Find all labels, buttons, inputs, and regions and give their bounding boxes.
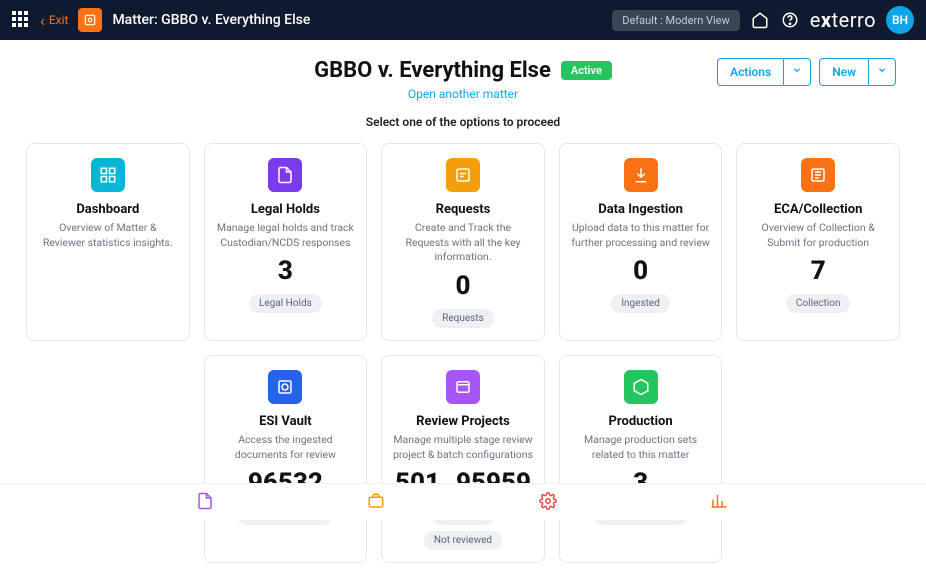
- exit-label: Exit: [49, 13, 69, 27]
- card-data-ingestion[interactable]: Data Ingestion Upload data to this matte…: [559, 143, 723, 341]
- requests-icon: [446, 158, 480, 192]
- card-dashboard[interactable]: Dashboard Overview of Matter & Reviewer …: [26, 143, 190, 341]
- card-production[interactable]: Production Manage production sets relate…: [559, 355, 723, 563]
- tag-collection: Collection: [786, 294, 851, 313]
- page-header: GBBO v. Everything Else Active Open anot…: [0, 40, 926, 101]
- tag-ingested: Ingested: [611, 294, 670, 313]
- header-actions: Actions New: [717, 58, 896, 86]
- avatar[interactable]: BH: [886, 6, 914, 34]
- apps-grid-icon[interactable]: [12, 11, 30, 29]
- card-grid-row2: ESI Vault Access the ingested documents …: [0, 355, 926, 577]
- data-ingestion-icon: [624, 158, 658, 192]
- card-grid-row1: Dashboard Overview of Matter & Reviewer …: [0, 129, 926, 355]
- exit-button[interactable]: Exit: [40, 11, 68, 30]
- home-icon[interactable]: [750, 10, 770, 30]
- bottom-chart-icon[interactable]: [710, 492, 730, 512]
- review-projects-icon: [446, 370, 480, 404]
- page-title: GBBO v. Everything Else Active: [314, 58, 612, 83]
- help-icon[interactable]: [780, 10, 800, 30]
- card-requests[interactable]: Requests Create and Track the Requests w…: [381, 143, 545, 341]
- card-legal-holds[interactable]: Legal Holds Manage legal holds and track…: [204, 143, 368, 341]
- bottom-doc-icon[interactable]: [196, 492, 216, 512]
- actions-button[interactable]: Actions: [717, 58, 783, 86]
- legal-holds-icon: [268, 158, 302, 192]
- card-eca-collection[interactable]: ECA/Collection Overview of Collection & …: [736, 143, 900, 341]
- tag-requests: Requests: [432, 309, 494, 328]
- instruction-text: Select one of the options to proceed: [0, 115, 926, 129]
- brand-logo: exterro: [810, 8, 876, 32]
- new-button[interactable]: New: [819, 58, 868, 86]
- matter-icon: [78, 8, 102, 32]
- open-another-matter-link[interactable]: Open another matter: [314, 87, 612, 101]
- view-selector[interactable]: Default : Modern View: [612, 10, 740, 31]
- esi-vault-icon: [268, 370, 302, 404]
- tag-legal-holds: Legal Holds: [249, 294, 322, 313]
- bottom-briefcase-icon[interactable]: [367, 492, 387, 512]
- new-dropdown-caret[interactable]: [868, 58, 896, 86]
- tag-not-reviewed: Not reviewed: [424, 531, 502, 550]
- actions-dropdown-caret[interactable]: [783, 58, 811, 86]
- matter-title: Matter: GBBO v. Everything Else: [112, 12, 310, 28]
- card-review-projects[interactable]: Review Projects Manage multiple stage re…: [381, 355, 545, 563]
- bottom-nav: [0, 483, 926, 520]
- dashboard-icon: [91, 158, 125, 192]
- card-esi-vault[interactable]: ESI Vault Access the ingested documents …: [204, 355, 368, 563]
- bottom-gear-icon[interactable]: [539, 492, 559, 512]
- topbar: Exit Matter: GBBO v. Everything Else Def…: [0, 0, 926, 40]
- eca-icon: [801, 158, 835, 192]
- status-badge: Active: [561, 61, 612, 80]
- production-icon: [624, 370, 658, 404]
